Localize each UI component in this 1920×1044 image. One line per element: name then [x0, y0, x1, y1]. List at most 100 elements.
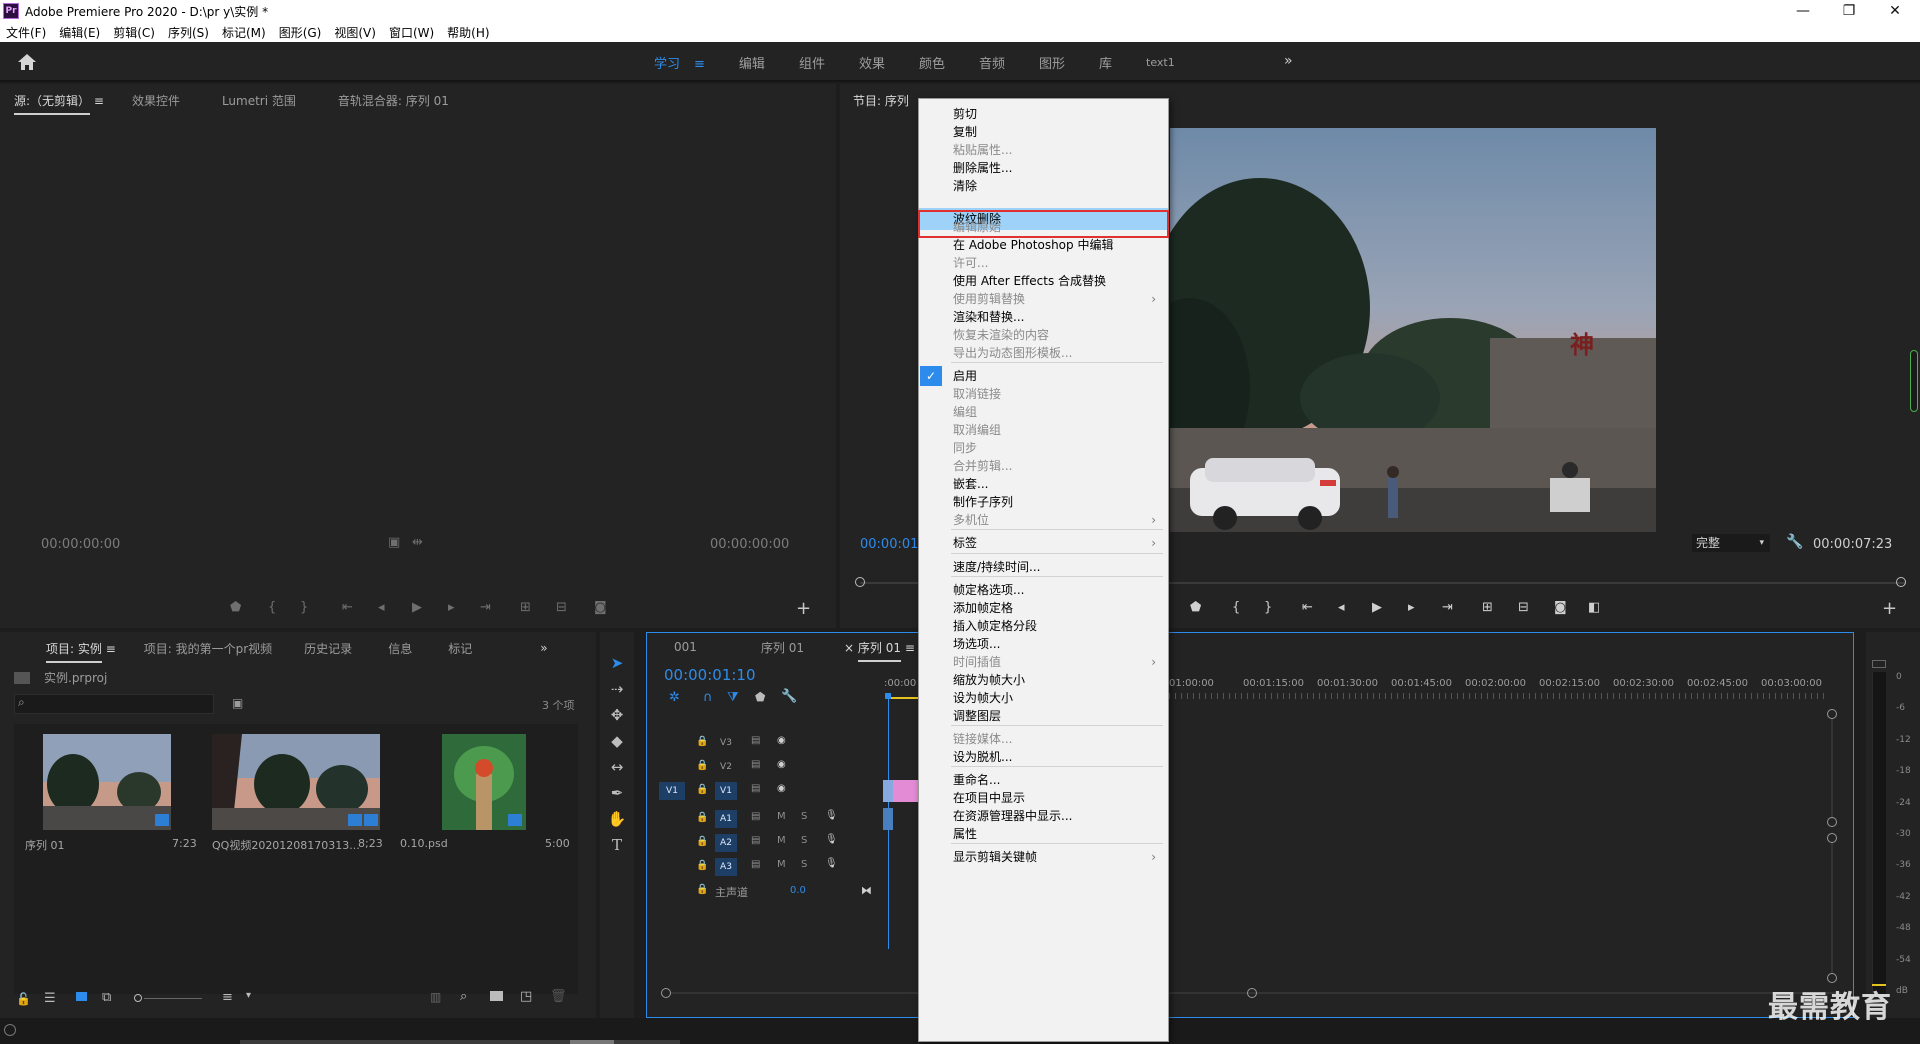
eye-icon[interactable]: ◉	[777, 735, 786, 746]
more-panels-icon[interactable]: »	[490, 641, 561, 655]
lock-track-icon[interactable]: 🔒	[696, 860, 708, 871]
extract-icon[interactable]: ⊟	[1518, 600, 1529, 615]
track-label[interactable]: A1	[715, 810, 737, 828]
lock-track-icon[interactable]: 🔒	[696, 836, 708, 847]
track-label[interactable]: A2	[715, 834, 737, 852]
thumbnail-psd[interactable]	[442, 734, 526, 830]
video-clip[interactable]	[893, 780, 919, 802]
master-volume-value[interactable]: 0.0	[790, 885, 806, 896]
workspace-tab-assembly[interactable]: 组件	[782, 53, 842, 72]
context-menu-item[interactable]: 属性	[919, 823, 1168, 845]
menu-file[interactable]: 文件(F)	[6, 24, 46, 41]
new-search-bin-icon[interactable]: ▣	[232, 696, 243, 710]
program-add-marker-icon[interactable]: ⬟	[1190, 600, 1201, 615]
step-back-icon[interactable]: ◂	[378, 600, 385, 615]
item-name[interactable]: 序列 01	[25, 837, 65, 853]
type-tool-icon[interactable]: T	[606, 834, 628, 856]
meter-solo-toggle[interactable]	[1872, 660, 1886, 668]
list-view-icon[interactable]: ☰	[44, 991, 56, 1006]
timeline-add-marker-icon[interactable]: ⬟	[755, 690, 765, 704]
sync-lock-icon[interactable]: ▤	[751, 759, 760, 770]
fit-select[interactable]: 完整 ▾	[1692, 534, 1770, 552]
lift-icon[interactable]: ⊞	[1482, 600, 1493, 615]
workspace-tab-effects[interactable]: 效果	[842, 53, 902, 72]
track-label[interactable]: V1	[715, 782, 737, 800]
freeform-view-icon[interactable]: ⧉	[102, 990, 111, 1005]
chevron-down-icon[interactable]: ▾	[246, 990, 251, 1001]
lock-icon[interactable]: 🔓	[16, 992, 31, 1006]
slip-tool-icon[interactable]: ↔	[606, 756, 628, 778]
item-name[interactable]: QQ视频20201208170313...	[212, 837, 360, 853]
overwrite-icon[interactable]: ⊟	[556, 600, 567, 615]
program-go-to-out-icon[interactable]: ⇥	[1442, 600, 1453, 615]
sync-lock-icon[interactable]: ▤	[751, 835, 760, 846]
search-input[interactable]	[14, 694, 214, 714]
mark-in-icon[interactable]: {	[268, 600, 276, 615]
video-vertical-scrollbar[interactable]	[1831, 719, 1833, 819]
hand-tool-icon[interactable]: ✋	[606, 808, 628, 830]
step-forward-icon[interactable]: ▸	[448, 600, 455, 615]
audio-clip[interactable]	[883, 808, 893, 830]
hamburger-menu-icon[interactable]: ≡	[694, 57, 705, 72]
lock-track-icon[interactable]: 🔒	[696, 812, 708, 823]
menu-markers[interactable]: 标记(M)	[222, 24, 266, 41]
h-scroll-end-handle[interactable]	[1247, 988, 1257, 998]
new-item-icon[interactable]: ◳	[520, 989, 532, 1004]
context-menu-item[interactable]: 显示剪辑关键帧 ›	[919, 846, 1168, 868]
thumbnail-qq-video[interactable]	[212, 734, 380, 830]
audio-v-scroll-top-handle[interactable]	[1827, 833, 1837, 843]
ripple-edit-tool-icon[interactable]: ✥	[606, 704, 628, 726]
panel-menu-icon[interactable]: ≡	[106, 642, 116, 656]
tab-source[interactable]: 源:（无剪辑） ≡	[0, 92, 118, 115]
wrench-settings-icon[interactable]: 🔧	[1786, 534, 1803, 550]
source-patch-v1[interactable]: V1	[659, 782, 685, 800]
workspace-tab-editing[interactable]: 编辑	[722, 53, 782, 72]
mute-button[interactable]: M	[777, 835, 786, 846]
sync-lock-icon[interactable]: ▤	[751, 783, 760, 794]
lock-track-icon[interactable]: 🔒	[696, 784, 708, 795]
zoom-slider[interactable]	[144, 998, 202, 999]
eye-icon[interactable]: ◉	[777, 783, 786, 794]
source-add-button-icon[interactable]: +	[796, 598, 811, 619]
track-select-tool-icon[interactable]: ⇢	[606, 678, 628, 700]
home-icon[interactable]	[16, 52, 38, 72]
tab-info[interactable]: 信息	[370, 640, 430, 657]
pen-tool-icon[interactable]: ✒	[606, 782, 628, 804]
maximize-button[interactable]: ❐	[1826, 0, 1872, 22]
context-menu-item[interactable]: 调整图层	[919, 705, 1168, 727]
thumbnail-sequence-01[interactable]	[43, 734, 171, 830]
linked-selection-icon[interactable]: ⧩	[727, 690, 739, 705]
context-menu-item[interactable]: 设为脱机...	[919, 746, 1168, 768]
sort-icons-icon[interactable]: ≡	[222, 990, 233, 1005]
menu-help[interactable]: 帮助(H)	[447, 24, 489, 41]
menu-graphics[interactable]: 图形(G)	[279, 24, 322, 41]
tab-lumetri-scopes[interactable]: Lumetri 范围	[194, 92, 324, 109]
add-marker-icon[interactable]: ⬟	[230, 600, 241, 615]
solo-button[interactable]: S	[801, 811, 807, 822]
solo-button[interactable]: S	[801, 835, 807, 846]
close-button[interactable]: ✕	[1872, 0, 1918, 22]
export-frame-icon[interactable]: ◙	[594, 600, 607, 615]
context-menu-item[interactable]: 速度/持续时间...	[919, 556, 1168, 578]
timeline-tab-sequence-01-b[interactable]: × 序列 01 ≡	[818, 639, 929, 662]
go-to-out-icon[interactable]: ⇥	[480, 600, 491, 615]
program-mark-out-icon[interactable]: }	[1264, 600, 1272, 615]
program-export-frame-icon[interactable]: ◙	[1554, 600, 1567, 615]
v-scroll-top-handle[interactable]	[1827, 709, 1837, 719]
sync-lock-icon[interactable]: ▤	[751, 811, 760, 822]
trash-icon[interactable]: 🗑	[550, 989, 567, 1004]
comparison-view-icon[interactable]: ◧	[1588, 600, 1600, 615]
track-label[interactable]: V2	[715, 758, 737, 776]
mute-button[interactable]: M	[777, 811, 786, 822]
menu-edit[interactable]: 编辑(E)	[59, 24, 100, 41]
sync-lock-icon[interactable]: ▤	[751, 859, 760, 870]
tab-project-example[interactable]: 项目: 实例 ≡	[0, 640, 130, 663]
razor-tool-icon[interactable]: ◆	[606, 730, 628, 752]
tab-markers[interactable]: 标记	[430, 640, 490, 657]
menu-view[interactable]: 视图(V)	[334, 24, 376, 41]
microphone-icon[interactable]: 🎙	[825, 810, 838, 821]
status-indicator-icon[interactable]	[4, 1024, 16, 1036]
program-mark-in-icon[interactable]: {	[1232, 600, 1240, 615]
automate-to-sequence-icon[interactable]: ▥	[430, 990, 441, 1004]
go-to-in-icon[interactable]: ⇤	[342, 600, 353, 615]
